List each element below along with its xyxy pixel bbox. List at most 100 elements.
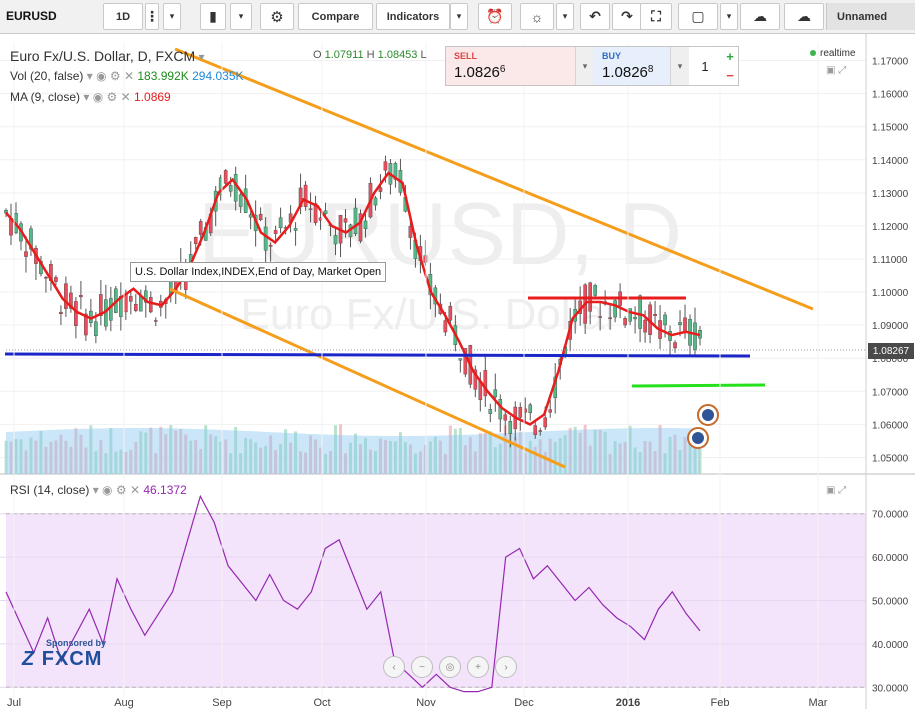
rsi-legend[interactable]: RSI (14, close) ▾ ◉ ⚙ ✕ 46.1372 — [10, 483, 187, 497]
volume-ma-area — [6, 428, 700, 474]
legend-chevron-icon[interactable]: ▾ — [199, 50, 205, 64]
candle-body — [528, 404, 533, 414]
rsi-pane-controls-icon[interactable]: ▣ ⤢ — [826, 485, 846, 496]
rsi-tick-label: 50.0000 — [872, 597, 909, 608]
realtime-indicator: realtime — [810, 48, 856, 59]
scroll-right-icon[interactable]: › — [495, 656, 517, 678]
candle-body — [673, 342, 677, 349]
symbol-search[interactable]: EURUSD — [6, 9, 57, 23]
candle-body — [148, 297, 153, 313]
rsi-tick-label: 60.0000 — [872, 553, 909, 564]
candle-body — [193, 237, 198, 244]
cloud-download-icon[interactable]: ☁ — [740, 3, 780, 30]
more-icon[interactable]: ⋮ — [145, 3, 159, 30]
time-tick-label: Oct — [313, 697, 330, 709]
sell-button[interactable]: SELL 1.08266 — [446, 47, 575, 85]
chart-canvas[interactable]: EURUSD, D Euro Fx/U.S. Dollar 1.050001.0… — [0, 34, 915, 709]
undo-icon[interactable]: ↶ — [580, 3, 610, 30]
alert-clock-icon[interactable]: ⏰ — [478, 3, 512, 30]
ma-legend[interactable]: MA (9, close) ▾ ◉ ⚙ ✕ 1.0869 — [10, 90, 171, 104]
quantity-field[interactable]: 1 — [689, 47, 721, 85]
candle-body — [533, 425, 538, 435]
volume-settings-icon[interactable]: ▾ ◉ ⚙ ✕ — [87, 69, 134, 83]
candle-body — [278, 217, 283, 228]
snapshot-chevron-icon[interactable]: ▾ — [720, 3, 738, 30]
candle-body — [238, 194, 243, 207]
rsi-settings-icon[interactable]: ▾ ◉ ⚙ ✕ — [93, 483, 140, 497]
candle-body — [64, 283, 68, 309]
indicators-button[interactable]: Indicators — [376, 3, 450, 30]
volume-bars — [4, 424, 702, 474]
green-line[interactable] — [631, 383, 766, 388]
price-tick-label: 1.11000 — [872, 255, 908, 266]
redo-icon[interactable]: ↷ — [612, 3, 642, 30]
candle-body — [134, 304, 138, 311]
candle-body — [94, 321, 98, 337]
price-tick-label: 1.05000 — [872, 453, 909, 464]
time-tick-label: 2016 — [616, 697, 640, 709]
cloud-upload-icon[interactable]: ☁ — [784, 3, 824, 30]
ma-settings-icon[interactable]: ▾ ◉ ⚙ ✕ — [83, 90, 130, 104]
event-flag-icon — [702, 409, 714, 421]
candle-body — [683, 317, 687, 332]
event-markers[interactable] — [687, 404, 719, 449]
candle-body — [139, 296, 143, 312]
zoom-in-icon[interactable]: + — [467, 656, 489, 678]
buy-chevron-icon[interactable]: ▾ — [670, 47, 689, 85]
candle-body — [613, 300, 617, 318]
volume-value: 183.992K — [137, 69, 189, 83]
fullscreen-icon[interactable]: ⛶ — [640, 3, 672, 30]
candle-body — [363, 220, 368, 230]
zoom-out-icon[interactable]: − — [411, 656, 433, 678]
candlestick-icon[interactable]: ▮ — [200, 3, 226, 30]
candle-body — [24, 251, 28, 257]
candle-body — [308, 208, 313, 210]
candle-body — [643, 319, 647, 333]
candle-body — [228, 185, 233, 192]
candle-body — [493, 389, 498, 398]
bulb-icon[interactable]: ☼ — [520, 3, 554, 30]
chart-type-chevron-icon[interactable]: ▾ — [230, 3, 252, 30]
ma-label: MA (9, close) — [10, 90, 81, 104]
compare-button[interactable]: Compare — [298, 3, 373, 30]
candle-body — [303, 184, 308, 207]
chart-title-legend[interactable]: Euro Fx/U.S. Dollar, D, FXCM ▾ — [10, 48, 205, 64]
sell-chevron-icon[interactable]: ▾ — [575, 47, 594, 85]
volume-ma-value: 294.035K — [192, 69, 244, 83]
candle-body — [74, 301, 78, 326]
reset-icon[interactable]: ◎ — [439, 656, 461, 678]
chevron-down-icon[interactable]: ▾ — [163, 3, 181, 30]
volume-legend[interactable]: Vol (20, false) ▾ ◉ ⚙ ✕ 183.992K 294.035… — [10, 69, 244, 83]
candle-body — [608, 317, 612, 319]
candle-body — [79, 295, 83, 298]
ohlc-values: O 1.07911 H 1.08453 L — [313, 49, 427, 61]
fxcm-z-icon: Z — [22, 648, 36, 670]
indicators-chevron-icon[interactable]: ▾ — [450, 3, 468, 30]
candle-body — [378, 187, 383, 192]
layout-name-button[interactable]: Unnamed — [826, 3, 915, 30]
volume-label: Vol (20, false) — [10, 69, 84, 83]
snapshot-icon[interactable]: ▢ — [678, 3, 718, 30]
candle-body — [268, 244, 273, 247]
rsi-tick-label: 30.0000 — [872, 683, 909, 694]
price-pane-controls-icon[interactable]: ▣ ⤢ — [826, 65, 846, 76]
candle-body — [458, 358, 463, 361]
gear-icon[interactable]: ⚙ — [260, 3, 294, 30]
candle-body — [623, 318, 627, 326]
interval-button[interactable]: 1D — [103, 3, 143, 30]
candle-body — [233, 174, 238, 202]
sponsor-text: Sponsored by — [46, 638, 107, 648]
price-tick-label: 1.07000 — [872, 387, 909, 398]
support-line[interactable] — [4, 352, 751, 358]
quantity-minus-button[interactable]: − — [722, 66, 738, 85]
candle-body — [343, 218, 348, 223]
candle-body — [538, 430, 543, 432]
candle-body — [633, 316, 637, 320]
price-tick-label: 1.17000 — [872, 57, 909, 68]
scroll-left-icon[interactable]: ‹ — [383, 656, 405, 678]
candle-body — [598, 316, 602, 318]
bulb-chevron-icon[interactable]: ▾ — [556, 3, 574, 30]
quantity-plus-button[interactable]: + — [722, 47, 738, 66]
candle-body — [258, 213, 263, 221]
ma-value: 1.0869 — [134, 90, 171, 104]
